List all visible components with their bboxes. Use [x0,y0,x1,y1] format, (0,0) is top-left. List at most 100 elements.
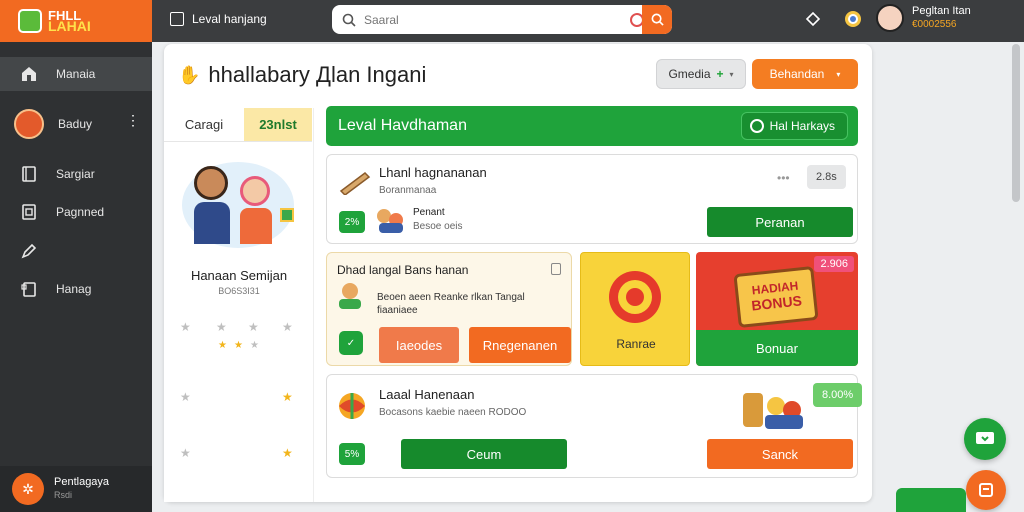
app-logo[interactable]: FHLL LAHAI [0,0,152,42]
star-icon: ★ [180,390,191,404]
task-card: Dhad langal Bans hanan Beoen aeen Reanke… [326,252,572,366]
gift-icon [280,208,294,222]
sidebar-footer-text: Pentlagaya Rsdi [54,476,109,502]
rnegenanen-button[interactable]: Rnegenanen [469,327,571,363]
ball-icon [339,393,365,419]
star-filled-icon: ★ [234,340,243,351]
chat-icon [976,432,994,444]
bottom-card-chip: 8.00% [813,383,863,407]
chevron-down-icon: ▾ [729,69,734,79]
sidebar-item-home[interactable]: Manaia [0,57,152,91]
more-icon[interactable]: ⋮ [126,112,140,129]
level-card-badge: 2% [339,211,365,233]
sidebar-item-label: Hanag [56,282,92,296]
bottom-card-title: Laaal Hanenaan [379,387,475,402]
level-card-title: Lhanl hagnananan [379,165,487,180]
behandan-button[interactable]: Behandan ▾ [752,59,858,89]
bottom-card-subtitle: Bocasons kaebie naeen RODOO [379,407,527,418]
sidebar-item-label: Baduy [58,117,93,131]
avatar [14,109,44,139]
tab-caragi[interactable]: Caragi [164,108,244,142]
behandan-button-label: Behandan [769,67,825,81]
main-panel: ✋ hhallabary Дlan Ingani Gmedia + ▾ Beha… [164,44,872,502]
profile-tabs: Caragi 23nlst [164,108,313,142]
banner-action-button[interactable]: Hal Harkays [740,112,848,140]
learner-subtitle: Besoe oeis [413,221,463,232]
sidebar-footer-sub: Rsdi [54,490,73,500]
sidebar-item-grid[interactable]: Pagnned [0,195,152,229]
media-button-label: Gmedia [668,67,711,81]
iaeodes-button[interactable]: Iaeodes [379,327,459,363]
trophy-icon[interactable] [842,8,864,30]
learner-name: Penant [413,207,445,218]
plus-icon: + [716,67,724,81]
profile-subtitle: BO6S3I31 [218,286,260,296]
sidebar-item-profile[interactable]: Baduy ⋮ [0,104,152,144]
search-input[interactable] [364,12,624,27]
girl-figure [240,176,272,244]
settings-icon: ✲ [12,473,44,505]
pen-icon [20,242,38,260]
chat-fab[interactable] [964,418,1006,460]
bottom-green-tab[interactable] [896,488,966,512]
task-card-text: Beoen aeen Reanke rlkan Tangal fiaaniaee [377,292,525,316]
search-bar [332,5,672,34]
star-icon: ★ [282,320,293,334]
sidebar-item-notes[interactable]: Hanag [0,272,152,306]
kids-illustration [737,387,817,433]
sidebar: FHLL LAHAI Manaia Baduy ⋮ Sargiar Pagnne… [0,0,152,512]
sidebar-footer-label: Pentlagaya [54,476,110,488]
chevron-down-icon: ▾ [836,69,841,79]
user-menu[interactable]: Pegltan Itan €0002556 [876,4,971,32]
search-icon [342,13,356,27]
peranan-button[interactable]: Peranan [707,207,853,237]
banner-title: Leval Havdhaman [338,117,467,134]
clipboard-icon[interactable] [551,263,561,275]
sidebar-item-pen[interactable] [0,234,152,268]
task-card-title: Dhad langal Bans hanan [337,263,469,277]
tab-23nlst[interactable]: 23nlst [244,108,312,142]
user-points: €0002556 [912,19,957,30]
page-title-text: hhallabary Дlan Ingani [208,62,427,87]
sanck-button[interactable]: Sanck [707,439,853,469]
more-dots-icon[interactable]: ••• [777,171,790,185]
page-scrollbar[interactable] [1012,44,1020,202]
location-icon [749,119,764,133]
star-icon: ★ [180,446,191,460]
top-actions [802,8,864,30]
bonus-sign: HADIAH BONUS [733,265,819,329]
ruler-icon [339,172,371,195]
logo-icon [18,9,42,33]
level-card: Lhanl hagnananan Boranmanaa ••• 2.8s 2% … [326,154,858,244]
boy-figure [194,166,230,244]
search-button-icon [651,13,664,26]
media-button[interactable]: Gmedia + ▾ [656,59,746,89]
ranrae-tile[interactable]: Ranrae [580,252,690,366]
star-filled-icon: ★ [282,390,293,404]
bonus-badge: 2.906 [814,256,854,272]
bottom-card: Laaal Hanenaan Bocasons kaebie naeen ROD… [326,374,863,478]
settings-gear-icon[interactable] [802,8,824,30]
sidebar-item-book[interactable]: Sargiar [0,157,152,191]
breadcrumb[interactable]: Leval hanjang [170,12,267,26]
ceum-button[interactable]: Ceum [401,439,567,469]
bonus-tile[interactable]: HADIAH BONUS 2.906 Bonuar [696,252,858,366]
search-button[interactable] [642,5,672,34]
sidebar-item-label: Pagnned [56,205,105,219]
logo-text: FHLL LAHAI [48,9,91,33]
top-bar: Leval hanjang Pegltan Itan €0002556 [152,0,1024,42]
profile-name: Hanaan Semijan [190,268,288,283]
star-filled-icon: ★ [218,340,227,351]
level-card-subtitle: Boranmanaa [379,185,437,196]
notes-icon [20,280,38,298]
page-title: ✋ hhallabary Дlan Ingani [178,62,426,88]
user-info: Pegltan Itan €0002556 [912,4,971,32]
menu-fab[interactable] [966,470,1006,510]
wave-hand-icon: ✋ [178,64,201,85]
sidebar-footer[interactable]: ✲ Pentlagaya Rsdi [0,466,152,512]
document-icon [979,483,993,497]
target-icon [609,271,661,323]
star-icon: ★ [250,340,259,351]
star-icon: ★ [248,320,259,334]
learners-icon [377,207,407,235]
